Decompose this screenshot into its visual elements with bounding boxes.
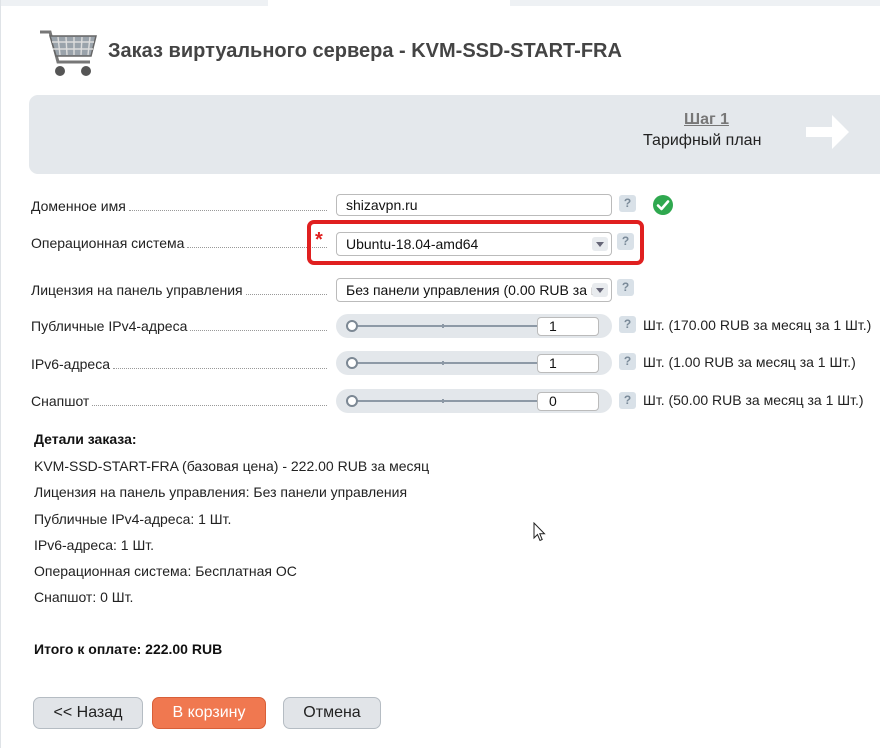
ipv4-price-note: Шт. (170.00 RUB за месяц за 1 Шт.): [643, 317, 872, 333]
ipv4-label-row: Публичные IPv4-адреса: [31, 318, 327, 334]
license-label-row: Лицензия на панель управления: [31, 282, 327, 298]
top-strip-gap: [268, 0, 510, 6]
shopping-cart-icon: [40, 30, 97, 76]
slider-track[interactable]: [352, 325, 552, 327]
order-detail-line: KVM-SSD-START-FRA (базовая цена) - 222.0…: [34, 458, 430, 474]
domain-label: Доменное имя: [31, 198, 126, 214]
snapshot-label: Снапшот: [31, 393, 90, 409]
order-total: Итого к оплате: 222.00 RUB: [34, 641, 223, 657]
slider-handle[interactable]: [346, 357, 358, 369]
label-leader-dots: [113, 368, 327, 369]
snapshot-count-input[interactable]: 0: [537, 392, 599, 411]
label-leader-dots: [128, 210, 327, 211]
chevron-down-icon[interactable]: [592, 283, 608, 297]
license-label: Лицензия на панель управления: [31, 282, 243, 298]
label-leader-dots: [92, 405, 327, 406]
label-leader-dots: [245, 294, 327, 295]
os-label-row: Операционная система: [31, 235, 327, 251]
add-to-cart-button[interactable]: В корзину: [152, 697, 266, 729]
check-circle-icon: [653, 195, 673, 215]
snapshot-slider[interactable]: 0: [336, 389, 612, 413]
label-leader-dots: [190, 330, 327, 331]
step-name: Тарифный план: [643, 132, 762, 149]
slider-handle[interactable]: [346, 320, 358, 332]
domain-label-row: Доменное имя: [31, 198, 327, 214]
mouse-pointer-icon: [533, 522, 546, 542]
slider-track[interactable]: [352, 400, 552, 402]
domain-input[interactable]: shizavpn.ru: [336, 194, 612, 216]
ipv6-label: IPv6-адреса: [31, 356, 110, 372]
snapshot-price-note: Шт. (50.00 RUB за месяц за 1 Шт.): [643, 392, 864, 408]
ipv4-count-input[interactable]: 1: [537, 317, 599, 336]
back-button[interactable]: << Назад: [33, 697, 143, 729]
page-title: Заказ виртуального сервера - KVM-SSD-STA…: [108, 40, 622, 62]
ipv4-slider[interactable]: 1: [336, 314, 612, 338]
os-select-value: Ubuntu-18.04-amd64: [346, 236, 479, 252]
slider-tick: [442, 399, 444, 403]
ipv4-help-icon[interactable]: ?: [619, 316, 636, 333]
order-details-title: Детали заказа:: [34, 431, 137, 447]
top-strip: [0, 0, 880, 6]
left-border: [0, 0, 1, 748]
order-detail-line: Публичные IPv4-адреса: 1 Шт.: [34, 511, 232, 527]
snapshot-label-row: Снапшот: [31, 393, 327, 409]
slider-handle[interactable]: [346, 395, 358, 407]
ipv4-label: Публичные IPv4-адреса: [31, 318, 188, 334]
ipv6-label-row: IPv6-адреса: [31, 356, 327, 372]
slider-track[interactable]: [352, 362, 552, 364]
arrow-right-icon[interactable]: [802, 110, 852, 154]
ipv6-slider[interactable]: 1: [336, 351, 612, 375]
os-help-icon[interactable]: ?: [617, 233, 634, 250]
os-label: Операционная система: [31, 235, 185, 251]
order-detail-line: Лицензия на панель управления: Без панел…: [34, 484, 408, 500]
slider-tick: [442, 324, 444, 328]
license-help-icon[interactable]: ?: [617, 279, 634, 296]
slider-tick: [442, 361, 444, 365]
required-mark: *: [315, 229, 323, 251]
snapshot-help-icon[interactable]: ?: [619, 392, 636, 409]
license-select[interactable]: Без панели управления (0.00 RUB за м: [336, 278, 612, 302]
ipv6-price-note: Шт. (1.00 RUB за месяц за 1 Шт.): [643, 354, 856, 370]
ipv6-count-input[interactable]: 1: [537, 354, 599, 373]
os-select[interactable]: Ubuntu-18.04-amd64: [336, 232, 612, 256]
order-detail-line: Снапшот: 0 Шт.: [34, 589, 134, 605]
ipv6-help-icon[interactable]: ?: [619, 353, 636, 370]
chevron-down-icon[interactable]: [592, 237, 608, 251]
order-detail-line: IPv6-адреса: 1 Шт.: [34, 537, 155, 553]
cancel-button[interactable]: Отмена: [283, 697, 381, 729]
order-detail-line: Операционная система: Бесплатная ОС: [34, 563, 297, 579]
license-select-value: Без панели управления (0.00 RUB за м: [346, 282, 601, 298]
step-number-link[interactable]: Шаг 1: [684, 111, 729, 129]
domain-help-icon[interactable]: ?: [619, 195, 636, 212]
